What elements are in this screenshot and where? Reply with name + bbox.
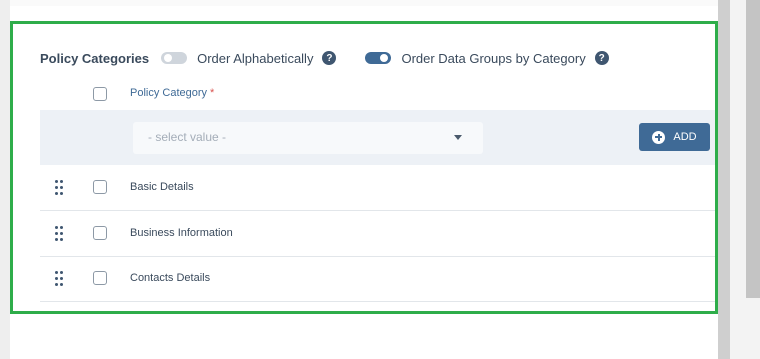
- toggle-knob: [164, 54, 173, 62]
- required-marker: *: [210, 87, 215, 99]
- row-checkbox[interactable]: [93, 271, 107, 285]
- table-row: Business Information: [40, 211, 715, 257]
- order-by-category-label: Order Data Groups by Category: [401, 50, 586, 66]
- section-toolbar: Policy Categories Order Alphabetically ?…: [40, 48, 609, 68]
- add-button-label: ADD: [673, 131, 697, 143]
- table-row: Basic Details: [40, 165, 715, 211]
- select-placeholder: - select value -: [148, 130, 227, 144]
- help-icon[interactable]: ?: [322, 51, 337, 65]
- order-alphabetically-toggle[interactable]: [161, 52, 188, 64]
- gutter-divider: [718, 0, 730, 359]
- toggle-knob: [380, 54, 389, 62]
- order-alphabetically-label: Order Alphabetically: [197, 50, 314, 66]
- drag-handle-icon[interactable]: [55, 180, 65, 195]
- drag-handle-icon[interactable]: [55, 226, 65, 241]
- column-header-policy-category: Policy Category *: [130, 87, 214, 99]
- policy-categories-panel: Policy Categories Order Alphabetically ?…: [10, 21, 718, 314]
- policy-category-select[interactable]: - select value -: [133, 122, 483, 154]
- drag-handle-icon[interactable]: [55, 271, 65, 286]
- table-header: Policy Category *: [40, 78, 715, 110]
- row-checkbox[interactable]: [93, 226, 107, 240]
- top-separator: [0, 0, 718, 6]
- add-button[interactable]: ADD: [639, 123, 710, 151]
- plus-circle-icon: [652, 130, 666, 144]
- scrollbar-thumb[interactable]: [746, 0, 760, 298]
- help-icon[interactable]: ?: [594, 51, 609, 65]
- row-checkbox[interactable]: [93, 180, 107, 194]
- select-all-checkbox[interactable]: [93, 87, 107, 101]
- column-header-label: Policy Category: [130, 87, 208, 99]
- row-label: Basic Details: [130, 181, 194, 193]
- left-rail: [0, 0, 10, 359]
- row-label: Contacts Details: [130, 272, 211, 284]
- chevron-down-icon: [454, 135, 462, 140]
- add-category-row: - select value - ADD: [40, 110, 715, 165]
- section-title: Policy Categories: [40, 50, 150, 66]
- row-label: Business Information: [130, 227, 233, 239]
- order-by-category-toggle[interactable]: [365, 52, 392, 64]
- table-row: Contacts Details: [40, 256, 715, 302]
